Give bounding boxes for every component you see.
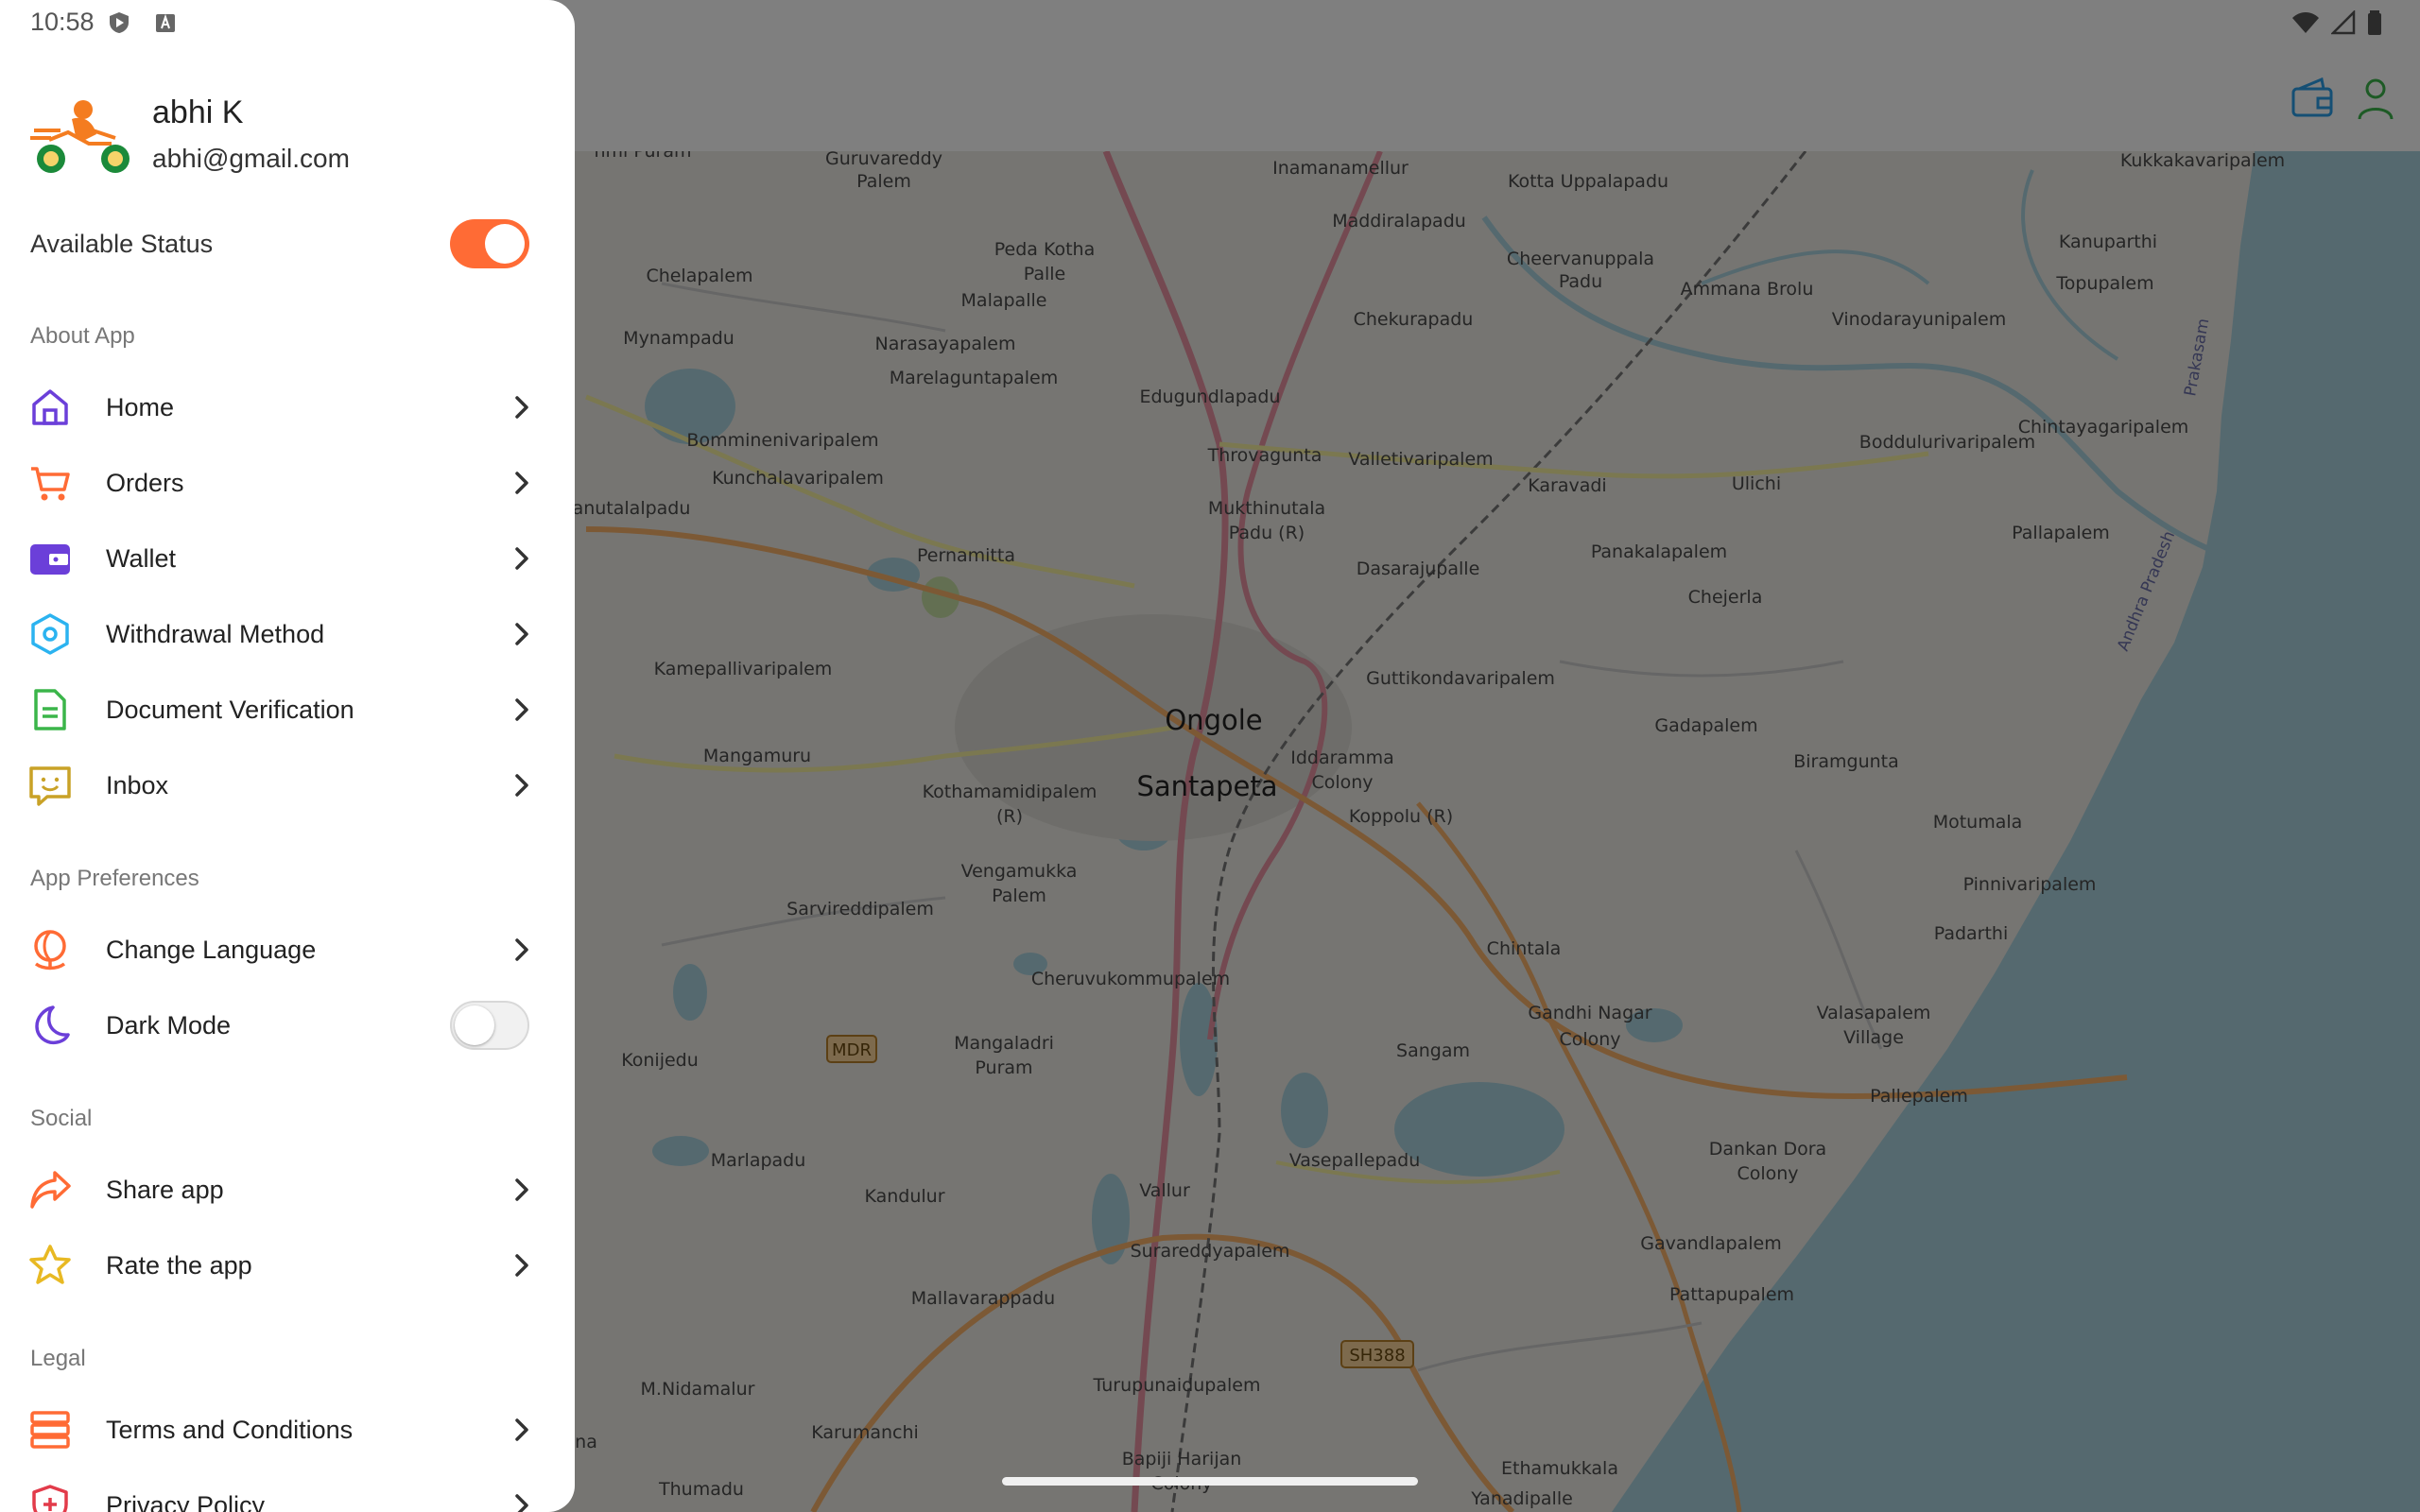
hexagon-settings-icon — [28, 612, 72, 656]
notification-a-icon — [155, 11, 176, 34]
home-icon — [28, 386, 72, 429]
navigation-drawer: 10:58 abhi K abhi@gmail.com Available St… — [0, 0, 575, 1512]
section-legal: Legal — [30, 1346, 86, 1371]
menu-label-dark-mode: Dark Mode — [106, 1010, 232, 1040]
wallet-icon — [28, 537, 72, 580]
chevron-right-icon — [510, 544, 533, 573]
shield-plus-icon — [28, 1484, 72, 1512]
available-status-row: Available Status — [30, 215, 529, 272]
menu-item-rate-app[interactable]: Rate the app — [0, 1228, 575, 1303]
menu-item-privacy[interactable]: Privacy Policy — [0, 1468, 575, 1512]
globe-icon — [28, 928, 72, 971]
share-arrow-icon — [28, 1168, 72, 1211]
menu-label-orders: Orders — [106, 468, 184, 497]
chevron-right-icon — [510, 696, 533, 724]
menu-label-share: Share app — [106, 1175, 224, 1204]
list-stack-icon — [28, 1408, 72, 1452]
section-social: Social — [30, 1106, 93, 1131]
document-icon — [28, 688, 72, 731]
menu-item-wallet[interactable]: Wallet — [0, 521, 575, 596]
chevron-right-icon — [510, 393, 533, 421]
chevron-right-icon — [510, 936, 533, 964]
avatar[interactable] — [30, 91, 134, 178]
profile-email: abhi@gmail.com — [152, 144, 350, 173]
menu-item-document-verification[interactable]: Document Verification — [0, 672, 575, 747]
menu-label-privacy: Privacy Policy — [106, 1490, 266, 1512]
chevron-right-icon — [510, 1491, 533, 1512]
menu-item-terms[interactable]: Terms and Conditions — [0, 1392, 575, 1468]
menu-item-inbox[interactable]: Inbox — [0, 747, 575, 823]
chevron-right-icon — [510, 1176, 533, 1204]
cart-icon — [28, 461, 72, 505]
chevron-right-icon — [510, 620, 533, 648]
available-status-label: Available Status — [30, 229, 214, 258]
chevron-right-icon — [510, 1416, 533, 1444]
menu-label-terms: Terms and Conditions — [106, 1415, 354, 1444]
menu-label-language: Change Language — [106, 935, 317, 964]
chevron-right-icon — [510, 771, 533, 799]
toggle-knob — [485, 224, 525, 264]
menu-item-dark-mode: Dark Mode — [0, 988, 575, 1063]
menu-label-wallet: Wallet — [106, 543, 177, 573]
status-bar-icons — [2291, 9, 2382, 36]
menu-item-change-language[interactable]: Change Language — [0, 912, 575, 988]
star-icon — [28, 1244, 72, 1287]
signal-icon — [2331, 10, 2356, 35]
profile-name: abhi K — [152, 94, 244, 130]
menu-item-share-app[interactable]: Share app — [0, 1152, 575, 1228]
section-about-app: About App — [30, 323, 135, 349]
toggle-knob — [455, 1005, 494, 1045]
wifi-icon — [2292, 12, 2319, 33]
dark-mode-toggle[interactable] — [450, 1001, 529, 1050]
chevron-right-icon — [510, 1251, 533, 1280]
chat-smile-icon — [28, 764, 72, 807]
gesture-navigation-bar[interactable] — [1002, 1477, 1418, 1486]
menu-item-withdrawal-method[interactable]: Withdrawal Method — [0, 596, 575, 672]
menu-label-document: Document Verification — [106, 695, 354, 724]
play-protect-icon — [109, 11, 130, 34]
status-time: 10:58 — [30, 8, 95, 36]
chevron-right-icon — [510, 469, 533, 497]
moon-icon — [28, 1004, 72, 1047]
menu-item-orders[interactable]: Orders — [0, 445, 575, 521]
menu-label-rate: Rate the app — [106, 1250, 252, 1280]
menu-item-home[interactable]: Home — [0, 369, 575, 445]
battery-icon — [2368, 10, 2381, 35]
menu-label-withdrawal: Withdrawal Method — [106, 619, 325, 648]
section-app-preferences: App Preferences — [30, 866, 199, 891]
menu-label-inbox: Inbox — [106, 770, 169, 799]
menu-label-home: Home — [106, 392, 175, 421]
available-status-toggle[interactable] — [450, 219, 529, 268]
